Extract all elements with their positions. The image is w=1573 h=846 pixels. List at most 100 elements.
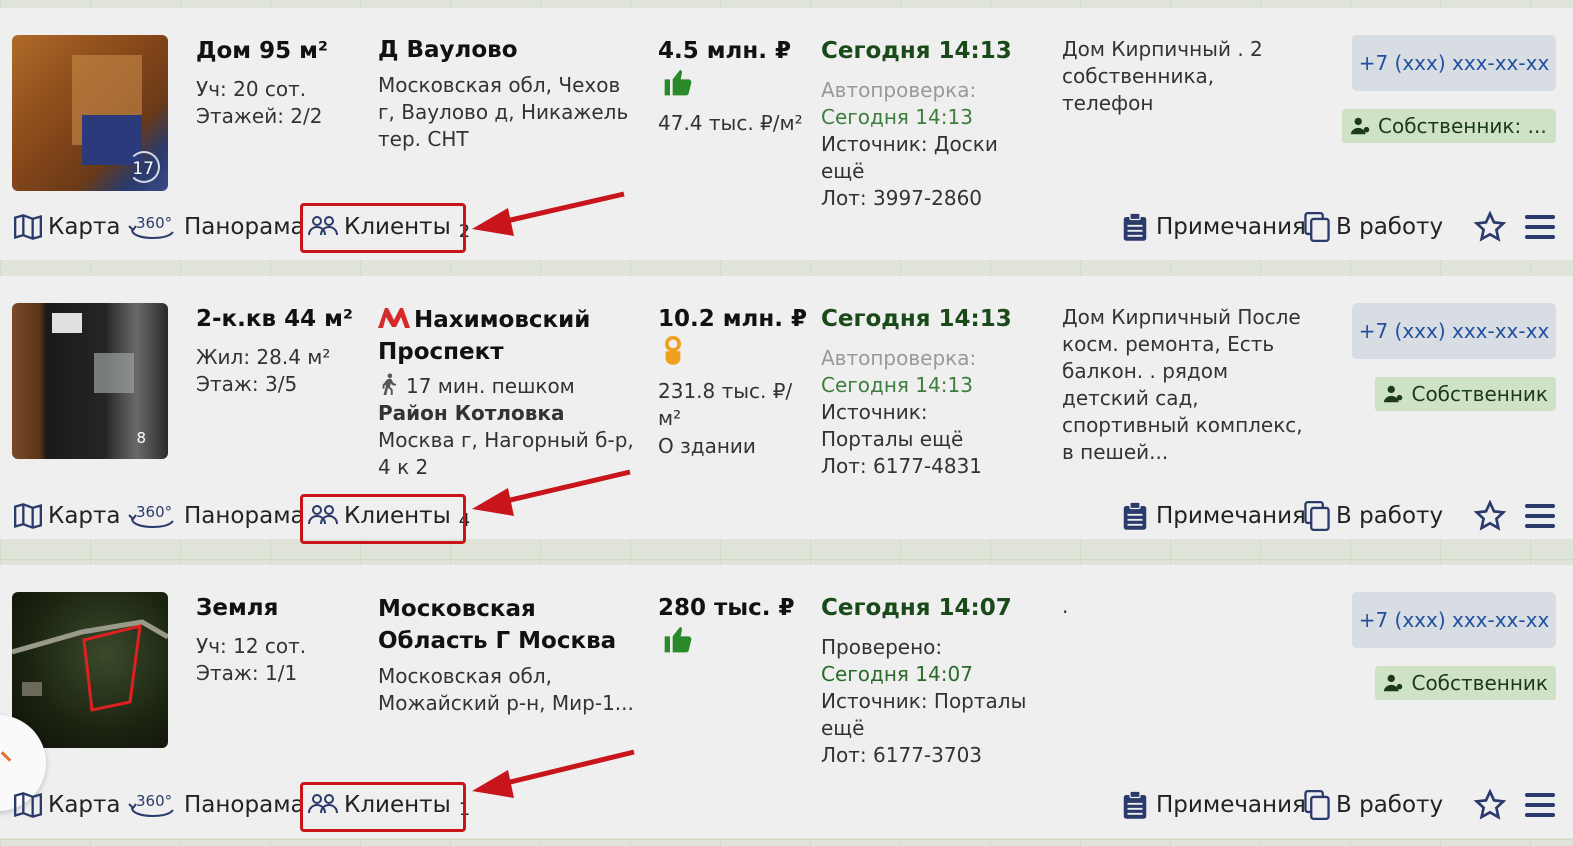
source[interactable]: Источник: Порталы ещё — [821, 399, 1021, 453]
listing-actions: Карта 360° Панорама Клиенты 4 Примечания … — [0, 496, 1573, 536]
phone-button[interactable]: +7 (xxx) xxx-xx-xx — [1352, 592, 1556, 648]
map-link[interactable]: Карта — [14, 207, 121, 247]
copy-icon — [1304, 790, 1330, 820]
owner-icon — [1384, 385, 1403, 403]
listing-date: Сегодня 14:13 — [821, 306, 1012, 332]
owner-badge[interactable]: Собственник — [1375, 666, 1556, 700]
listing-title[interactable]: Дом 95 м² — [196, 38, 328, 64]
favorite-star-icon[interactable] — [1473, 207, 1507, 247]
to-work-link[interactable]: В работу — [1304, 207, 1443, 247]
photo-count: 17 — [132, 159, 154, 179]
owner-label: Собственник — [1411, 671, 1548, 695]
listing-location: Нахимовский Проспект 17 мин. пешком Райо… — [378, 304, 640, 481]
highlight-box — [300, 782, 466, 832]
highlight-box — [300, 494, 466, 544]
listing-floors: Этажей: 2/2 — [196, 104, 323, 128]
listing-photo[interactable]: 17 — [12, 35, 168, 191]
owner-icon — [1350, 117, 1370, 135]
notes-link[interactable]: Примечания — [1120, 496, 1306, 536]
highlight-box — [300, 203, 466, 253]
map-icon — [14, 792, 42, 818]
panorama-360-icon: 360° — [128, 503, 174, 529]
notes-icon — [1123, 790, 1147, 819]
menu-icon[interactable] — [1524, 207, 1556, 247]
check-label: Проверено: — [821, 635, 943, 659]
listing-floor: Этаж: 1/1 — [196, 661, 298, 685]
price: 10.2 млн. ₽ — [658, 306, 808, 332]
lot-number: Лот: 6177-4831 — [821, 454, 983, 478]
to-work-link[interactable]: В работу — [1304, 496, 1443, 536]
description: Дом Кирпичный После косм. ремонта, Есть … — [1062, 305, 1303, 464]
metro-station-line2: Проспект — [378, 339, 504, 365]
source[interactable]: Источник: Доски ещё — [821, 131, 1041, 185]
building-info-link[interactable]: О здании — [658, 433, 798, 460]
check-label: Автопроверка: — [821, 78, 977, 102]
metro-station[interactable]: Нахимовский — [378, 304, 640, 336]
owner-badge[interactable]: Собственник — [1375, 377, 1556, 411]
listing-title[interactable]: 2-к.кв 44 м² — [196, 306, 353, 332]
location-title: Московская Область Г Москва — [378, 596, 617, 654]
owner-badge[interactable]: Собственник: ... — [1342, 109, 1556, 143]
notes-icon — [1123, 501, 1147, 530]
check-value: Сегодня 14:13 — [821, 105, 973, 129]
listing-actions: Карта 360° Панорама Клиенты 1 Примечания … — [0, 785, 1573, 825]
listing-meta: Автопроверка: Сегодня 14:13 Источник: По… — [821, 345, 1021, 480]
notes-link[interactable]: Примечания — [1120, 785, 1306, 825]
copy-icon — [1304, 501, 1330, 531]
price-per-m2: 47.4 тыс. ₽/м² — [658, 111, 803, 135]
panorama-link[interactable]: 360° Панорама — [128, 785, 305, 825]
notes-link[interactable]: Примечания — [1120, 207, 1306, 247]
svg-text:360°: 360° — [136, 792, 172, 810]
favorite-star-icon[interactable] — [1473, 496, 1507, 536]
owner-label: Собственник — [1411, 382, 1548, 406]
annotation-arrow — [472, 191, 625, 236]
check-value: Сегодня 14:13 — [821, 373, 973, 397]
listing-photo[interactable] — [12, 592, 168, 748]
menu-icon[interactable] — [1524, 785, 1556, 825]
walk-time: 17 мин. пешком — [378, 372, 640, 400]
listing-date: Сегодня 14:07 — [821, 595, 1012, 621]
map-link[interactable]: Карта — [14, 496, 121, 536]
address: Московская обл, Можайский р-н, Мир-1... — [378, 664, 634, 715]
notes-icon — [1123, 212, 1147, 241]
listing-plot: Уч: 20 сот. — [196, 77, 307, 101]
source[interactable]: Источник: Порталы ещё — [821, 688, 1036, 742]
listing-photo[interactable]: 8 — [12, 303, 168, 459]
phone-button[interactable]: +7 (xxx) xxx-xx-xx — [1352, 35, 1556, 91]
panorama-360-icon: 360° — [128, 792, 174, 818]
lot-number: Лот: 6177-3703 — [821, 743, 983, 767]
price-per-m2: 231.8 тыс. ₽/ м² — [658, 379, 793, 430]
check-line: Проверено: Сегодня 14:07 — [821, 634, 1036, 688]
walk-icon — [382, 373, 397, 395]
owner-icon — [1384, 674, 1403, 692]
listing-location: Д Ваулово Московская обл, Чехов г, Вауло… — [378, 34, 640, 153]
owner-label: Собственник: ... — [1378, 114, 1547, 138]
map-icon — [14, 503, 42, 529]
phone-button[interactable]: +7 (xxx) xxx-xx-xx — [1352, 303, 1556, 359]
annotation-arrow — [472, 469, 631, 516]
listing-floor: Этаж: 3/5 — [196, 372, 298, 396]
menu-icon[interactable] — [1524, 496, 1556, 536]
ok-hand-icon — [660, 334, 686, 370]
location-title: Д Ваулово — [378, 37, 518, 63]
copy-icon — [1304, 212, 1330, 242]
address: Московская обл, Чехов г, Ваулово д, Ника… — [378, 73, 629, 151]
thumbs-up-icon — [662, 66, 694, 102]
description: . — [1062, 594, 1069, 618]
listing-title[interactable]: Земля — [196, 595, 278, 621]
panorama-360-icon: 360° — [128, 214, 174, 240]
favorite-star-icon[interactable] — [1473, 785, 1507, 825]
check-label: Автопроверка: — [821, 346, 977, 370]
price: 4.5 млн. ₽ — [658, 38, 792, 64]
check-value: Сегодня 14:07 — [821, 662, 973, 686]
svg-text:360°: 360° — [136, 503, 172, 521]
district[interactable]: Район Котловка — [378, 401, 564, 425]
photo-count: 8 — [136, 429, 146, 447]
panorama-link[interactable]: 360° Панорама — [128, 207, 305, 247]
metro-icon — [378, 308, 410, 328]
listing-meta: Проверено: Сегодня 14:07 Источник: Порта… — [821, 634, 1036, 769]
to-work-link[interactable]: В работу — [1304, 785, 1443, 825]
map-link[interactable]: Карта — [14, 785, 121, 825]
panorama-link[interactable]: 360° Панорама — [128, 496, 305, 536]
listing-meta: Автопроверка: Сегодня 14:13 Источник: До… — [821, 77, 1041, 212]
